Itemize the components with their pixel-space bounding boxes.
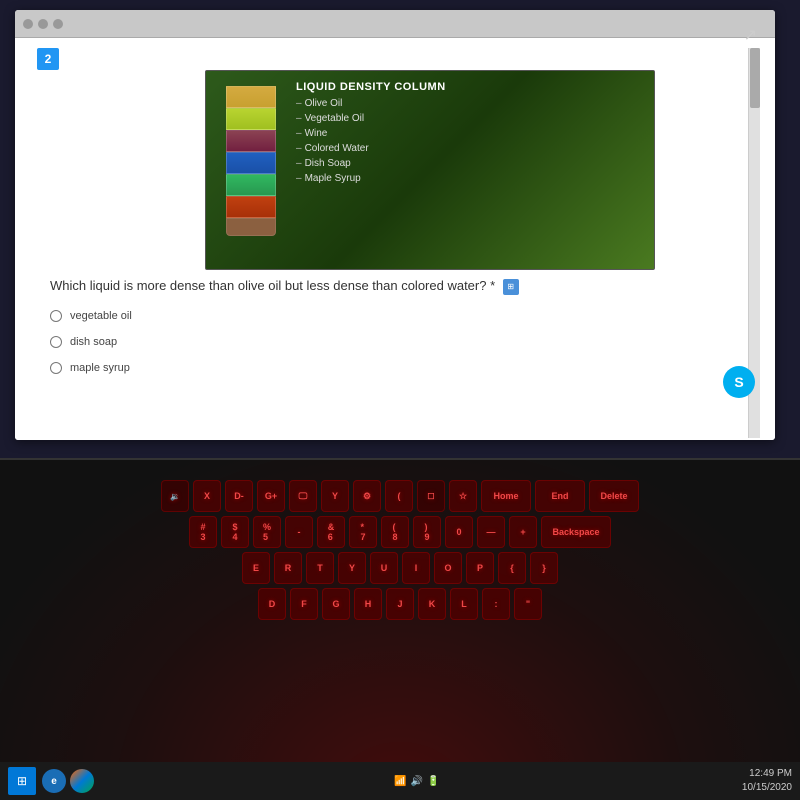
key-u[interactable]: U	[370, 552, 398, 584]
battery-icon: 🔋	[427, 776, 439, 787]
answer-choices: vegetable oil dish soap maple syrup	[50, 310, 132, 374]
key-backspace[interactable]: Backspace	[541, 516, 611, 548]
legend-wine: – Wine	[296, 128, 446, 139]
start-icon: ⊞	[17, 774, 27, 788]
choice-maple-syrup[interactable]: maple syrup	[50, 362, 132, 374]
question-number: 2	[37, 48, 59, 70]
legend-colored-water: – Colored Water	[296, 143, 446, 154]
taskbar: ⊞ e 📶 🔊 🔋 12:49 PM 10/15/2020	[0, 762, 800, 800]
layer-colored-water	[226, 152, 276, 174]
key-bracket-open[interactable]: (	[385, 480, 413, 512]
key-lbrace[interactable]: {	[498, 552, 526, 584]
key-g[interactable]: G	[322, 588, 350, 620]
key-f[interactable]: F	[290, 588, 318, 620]
network-icon: 📶	[394, 776, 406, 787]
key-rbrace[interactable]: }	[530, 552, 558, 584]
key-d[interactable]: D	[258, 588, 286, 620]
key-delete[interactable]: Delete	[589, 480, 639, 512]
minimize-btn[interactable]	[38, 19, 48, 29]
key-row-3: E R T Y U I O P { }	[10, 552, 790, 584]
key-brightness-down[interactable]: D-	[225, 480, 253, 512]
key-h[interactable]: H	[354, 588, 382, 620]
ie-icon[interactable]: e	[42, 769, 66, 793]
share-icon[interactable]: ↗	[744, 38, 757, 45]
legend-olive-oil: – Olive Oil	[296, 98, 446, 109]
layer-olive-oil	[226, 86, 276, 108]
key-percent5[interactable]: %5	[253, 516, 281, 548]
scrollbar-thumb[interactable]	[750, 48, 760, 108]
layer-maple-syrup	[226, 196, 276, 218]
key-fn-box[interactable]: ☐	[417, 480, 445, 512]
key-rows: 🔉 X D- G+ 🖵 Y ⚙ ( ☐ ☆ Home End Delete #3…	[0, 480, 800, 624]
density-column-image: LIQUID DENSITY COLUMN – Olive Oil – Vege…	[205, 70, 655, 270]
radio-dish-soap[interactable]	[50, 336, 62, 348]
key-brightness-up[interactable]: G+	[257, 480, 285, 512]
key-plus[interactable]: +	[509, 516, 537, 548]
page-content: 2 ↗ LIQUID DENSITY COLUMN	[15, 38, 775, 440]
key-star[interactable]: ☆	[449, 480, 477, 512]
key-row-2: #3 $4 %5 - &6 *7 (8 )9 0 — + Backspace	[10, 516, 790, 548]
layer-dish-soap	[226, 174, 276, 196]
key-l[interactable]: L	[450, 588, 478, 620]
choice-vegetable-oil[interactable]: vegetable oil	[50, 310, 132, 322]
key-y2[interactable]: Y	[338, 552, 366, 584]
key-zero[interactable]: 0	[445, 516, 473, 548]
key-k[interactable]: K	[418, 588, 446, 620]
key-quote[interactable]: "	[514, 588, 542, 620]
title-bar	[15, 10, 775, 38]
key-x[interactable]: X	[193, 480, 221, 512]
key-minus[interactable]: -	[285, 516, 313, 548]
volume-icon: 🔊	[411, 776, 423, 787]
key-amp6[interactable]: &6	[317, 516, 345, 548]
keyboard: 🔉 X D- G+ 🖵 Y ⚙ ( ☐ ☆ Home End Delete #3…	[0, 460, 800, 800]
key-home[interactable]: Home	[481, 480, 531, 512]
radio-vegetable-oil[interactable]	[50, 310, 62, 322]
key-row-4: D F G H J K L : "	[10, 588, 790, 620]
avatar-button[interactable]: S	[723, 366, 755, 398]
key-r[interactable]: R	[274, 552, 302, 584]
key-j[interactable]: J	[386, 588, 414, 620]
browser-icon[interactable]	[70, 769, 94, 793]
key-i[interactable]: I	[402, 552, 430, 584]
key-t[interactable]: T	[306, 552, 334, 584]
key-settings[interactable]: ⚙	[353, 480, 381, 512]
legend-vegetable-oil: – Vegetable Oil	[296, 113, 446, 124]
density-legend: LIQUID DENSITY COLUMN – Olive Oil – Vege…	[296, 81, 446, 188]
legend-title: LIQUID DENSITY COLUMN	[296, 81, 446, 93]
question-text: Which liquid is more dense than olive oi…	[50, 278, 530, 295]
system-clock: 12:49 PM 10/15/2020	[742, 767, 792, 795]
key-e[interactable]: E	[242, 552, 270, 584]
legend-dish-soap: – Dish Soap	[296, 158, 446, 169]
radio-maple-syrup[interactable]	[50, 362, 62, 374]
choice-dish-soap[interactable]: dish soap	[50, 336, 132, 348]
key-display[interactable]: 🖵	[289, 480, 317, 512]
key-colon[interactable]: :	[482, 588, 510, 620]
start-button[interactable]: ⊞	[8, 767, 36, 795]
key-paren9[interactable]: )9	[413, 516, 441, 548]
key-vol-down[interactable]: 🔉	[161, 480, 189, 512]
key-star7[interactable]: *7	[349, 516, 377, 548]
browser-window: 2 ↗ LIQUID DENSITY COLUMN	[15, 10, 775, 440]
maximize-btn[interactable]	[53, 19, 63, 29]
key-paren8[interactable]: (8	[381, 516, 409, 548]
key-dollar4[interactable]: $4	[221, 516, 249, 548]
layer-vegetable-oil	[226, 108, 276, 130]
layer-wine	[226, 130, 276, 152]
key-end[interactable]: End	[535, 480, 585, 512]
key-p[interactable]: P	[466, 552, 494, 584]
column-base	[226, 218, 276, 236]
accessibility-icon[interactable]: ⊞	[503, 279, 519, 295]
liquid-column-visual	[226, 86, 276, 256]
key-dash[interactable]: —	[477, 516, 505, 548]
key-hash3[interactable]: #3	[189, 516, 217, 548]
key-row-1: 🔉 X D- G+ 🖵 Y ⚙ ( ☐ ☆ Home End Delete	[10, 480, 790, 512]
system-tray: 📶 🔊 🔋	[394, 776, 439, 787]
key-o[interactable]: O	[434, 552, 462, 584]
legend-maple-syrup: – Maple Syrup	[296, 173, 446, 184]
key-y[interactable]: Y	[321, 480, 349, 512]
close-btn[interactable]	[23, 19, 33, 29]
window-controls	[23, 19, 63, 29]
